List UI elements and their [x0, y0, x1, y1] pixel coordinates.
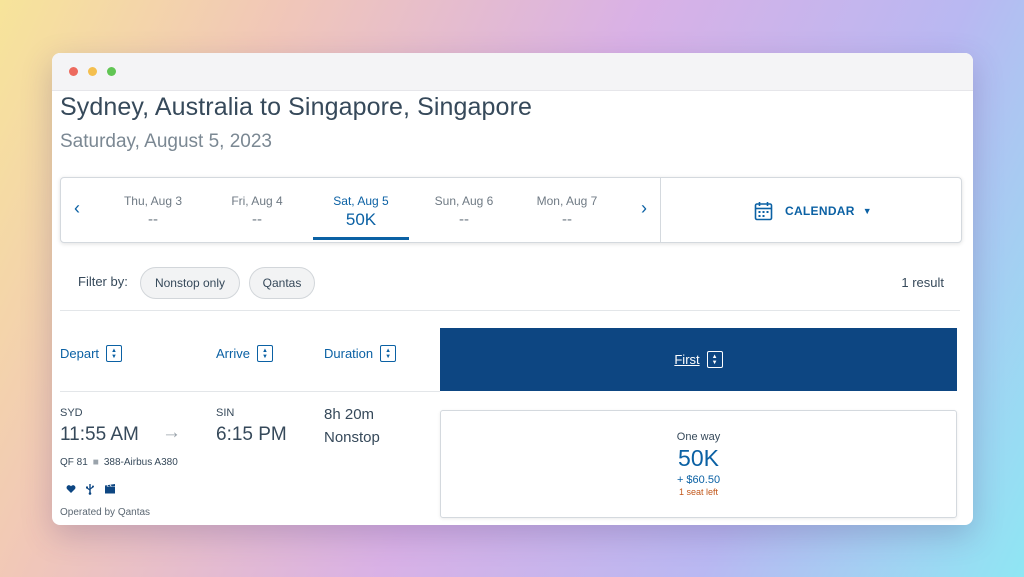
sort-icon: ▲ ▼: [256, 345, 273, 362]
window-titlebar: [52, 53, 973, 91]
calendar-label: CALENDAR: [785, 204, 855, 218]
seats-left: 1 seat left: [678, 487, 719, 497]
usb-icon[interactable]: [85, 483, 95, 495]
date-option-sat-aug-5[interactable]: Sat, Aug 5 50K: [313, 194, 409, 240]
origin-code: SYD: [60, 407, 83, 419]
separator-dot: ■: [92, 457, 99, 468]
aircraft-type[interactable]: 388-Airbus A380: [104, 457, 178, 468]
filter-nonstop-only[interactable]: Nonstop only: [140, 267, 240, 299]
fare-details: One way 50K + $60.50 1 seat left: [441, 431, 956, 497]
filter-qantas[interactable]: Qantas: [249, 267, 315, 299]
date-option-sun-aug-6[interactable]: Sun, Aug 6 --: [416, 194, 512, 228]
result-count: 1 result: [901, 275, 944, 290]
destination-code: SIN: [216, 407, 235, 419]
column-label: Arrive: [216, 346, 250, 361]
date-bar-divider: [660, 178, 661, 242]
calendar-icon: [754, 202, 773, 221]
flight-number[interactable]: QF 81: [60, 457, 88, 468]
column-label: Duration: [324, 346, 374, 361]
date-label: Fri, Aug 4: [231, 194, 283, 208]
minimize-window-dot[interactable]: [88, 67, 97, 76]
sort-by-depart[interactable]: Depart ▲ ▼: [60, 345, 123, 362]
date-option-fri-aug-4[interactable]: Fri, Aug 4 --: [209, 194, 305, 228]
sort-by-first-cabin[interactable]: First ▲ ▼: [440, 328, 957, 391]
route-title: Sydney, Australia to Singapore, Singapor…: [60, 93, 532, 121]
miles-price: 50K: [678, 445, 719, 471]
flight-details: QF 81 ■ 388-Airbus A380: [60, 457, 178, 468]
caret-down-icon: ▼: [862, 206, 872, 216]
travel-date: Saturday, August 5, 2023: [60, 131, 272, 152]
depart-time: 11:55 AM: [60, 424, 139, 445]
entertainment-icon[interactable]: [104, 484, 116, 494]
divider: [60, 310, 960, 311]
date-label: Thu, Aug 3: [123, 194, 183, 208]
date-option-thu-aug-3[interactable]: Thu, Aug 3 --: [105, 194, 201, 228]
date-price: --: [562, 211, 572, 228]
date-selector-bar: ‹ Thu, Aug 3 -- Fri, Aug 4 -- Sat, Aug 5…: [60, 177, 962, 243]
duration-value: 8h 20m: [324, 406, 375, 423]
arrow-right-icon: →: [162, 422, 181, 443]
arrive-time: 6:15 PM: [216, 424, 287, 445]
date-price: --: [252, 211, 262, 228]
chevron-right-icon[interactable]: ›: [634, 198, 654, 219]
date-option-mon-aug-7[interactable]: Mon, Aug 7 --: [519, 194, 615, 228]
sort-by-arrive[interactable]: Arrive ▲ ▼: [216, 345, 273, 362]
sort-icon: ▲ ▼: [380, 345, 397, 362]
stops-value: Nonstop: [324, 429, 380, 446]
first-fare-option[interactable]: One way 50K + $60.50 1 seat left: [440, 410, 957, 518]
date-label: Sun, Aug 6: [434, 194, 494, 208]
cabin-label: First: [674, 352, 700, 367]
date-price: --: [148, 211, 158, 228]
sort-icon: ▲ ▼: [706, 351, 723, 368]
date-label: Mon, Aug 7: [536, 194, 598, 208]
date-price: --: [459, 211, 469, 228]
trip-type: One way: [676, 431, 721, 443]
maximize-window-dot[interactable]: [107, 67, 116, 76]
date-price: 50K: [345, 210, 377, 229]
taxes-fees: + $60.50: [676, 474, 721, 486]
operated-by: Operated by Qantas: [60, 507, 151, 518]
date-label: Sat, Aug 5: [333, 194, 389, 208]
browser-window: Sydney, Australia to Singapore, Singapor…: [52, 53, 973, 525]
divider: [60, 391, 440, 392]
amenities-list: [66, 483, 116, 495]
calendar-button[interactable]: CALENDAR ▼: [754, 200, 872, 222]
close-window-dot[interactable]: [69, 67, 78, 76]
sort-icon: ▲ ▼: [106, 345, 123, 362]
filter-label: Filter by:: [78, 274, 128, 289]
chevron-left-icon[interactable]: ‹: [67, 198, 87, 219]
column-label: Depart: [60, 346, 100, 361]
heart-icon[interactable]: [66, 484, 76, 494]
sort-by-duration[interactable]: Duration ▲ ▼: [324, 345, 397, 362]
